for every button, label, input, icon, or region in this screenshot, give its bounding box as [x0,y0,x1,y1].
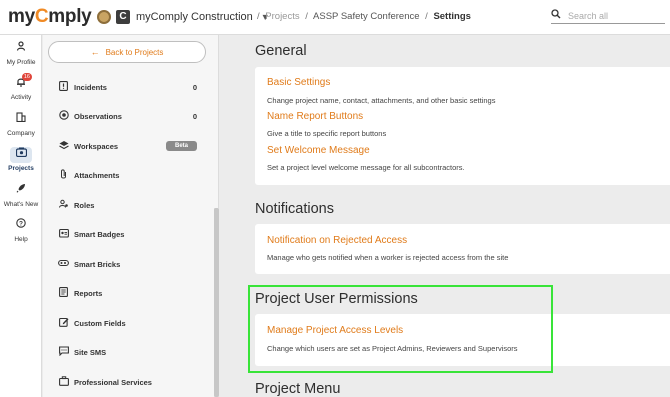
sidebar-item-custom-fields[interactable]: Custom Fields [57,315,197,331]
breadcrumb-separator: / [425,11,428,22]
search-input[interactable] [568,10,664,21]
company-avatar-icon [97,10,111,24]
breadcrumb-separator: / [305,11,308,22]
breadcrumb-separator: / [257,11,260,22]
nav-whats-new[interactable]: What's New [0,183,42,208]
breadcrumb: / Projects / ASSP Safety Conference / Se… [254,11,471,22]
sidebar-item-label: Incidents [74,82,107,92]
top-bar: myCmply C myComply Construction ▼ / Proj… [0,0,670,35]
sidebar-item-label: Reports [74,288,103,298]
projects-icon [10,147,32,163]
app-logo[interactable]: myCmply [8,6,92,28]
sidebar-item-label: Smart Bricks [74,259,121,269]
nav-label: My Profile [6,59,36,66]
briefcase-icon [57,376,70,388]
report-icon [57,287,70,299]
sms-icon [57,346,70,358]
incident-count: 0 [192,82,197,92]
rocket-icon [10,183,32,199]
search-box [551,8,665,24]
scrollbar-thumb[interactable] [214,208,219,397]
nav-label: What's New [3,201,39,208]
sidebar-item-smart-bricks[interactable]: Smart Bricks [57,256,197,272]
sidebar-item-professional-services[interactable]: Professional Services [57,374,197,390]
sidebar-item-site-sms[interactable]: Site SMS [57,344,197,360]
name-report-buttons-desc: Give a title to specific report buttons [267,129,387,138]
help-icon: ? [10,218,32,234]
back-button-label: Back to Projects [105,47,164,57]
section-title-project-menu: Project Menu [255,381,341,397]
sidebar-item-observations[interactable]: Observations 0 [57,108,197,124]
sidebar-item-label: Professional Services [74,377,152,387]
sidebar-item-reports[interactable]: Reports [57,285,197,301]
nav-activity[interactable]: 16 Activity [0,73,42,101]
name-report-buttons-link[interactable]: Name Report Buttons [267,111,363,122]
nav-label: Projects [8,165,34,172]
sidebar-item-label: Smart Badges [74,229,125,239]
nav-label: Company [7,130,35,137]
sidebar-item-label: Site SMS [74,347,107,357]
basic-settings-link[interactable]: Basic Settings [267,77,330,88]
observation-count: 0 [192,111,197,121]
sidebar-item-label: Roles [74,200,95,210]
nav-label: Activity [10,94,32,101]
sidebar-item-workspaces[interactable]: Workspaces Beta [57,138,197,154]
sidebar-item-roles[interactable]: Roles [57,197,197,213]
nav-projects[interactable]: Projects [0,147,42,172]
sidebar-item-smart-badges[interactable]: Smart Badges [57,226,197,242]
sidebar-item-attachments[interactable]: Attachments [57,167,197,183]
breadcrumb-current: Settings [433,11,471,22]
sidebar-item-label: Observations [74,111,122,121]
arrow-left-icon: ← [90,47,100,57]
sidebar-item-label: Custom Fields [74,318,126,328]
observation-icon [57,110,70,122]
set-welcome-message-link[interactable]: Set Welcome Message [267,145,370,156]
person-icon [10,41,32,57]
sidebar-item-label: Attachments [74,170,120,180]
section-title-general: General [255,43,307,59]
company-name: myComply Construction [136,11,253,23]
beta-badge: Beta [165,141,197,151]
notifications-card: Notification on Rejected Access Manage w… [255,224,670,274]
building-icon [10,112,32,128]
nav-my-profile[interactable]: My Profile [0,41,42,66]
badge-icon [57,228,70,240]
nav-label: Help [14,236,28,243]
brick-icon [57,259,70,269]
set-welcome-message-desc: Set a project level welcome message for … [267,163,465,172]
project-sidebar: ← Back to Projects Incidents 0 Observati… [43,35,219,397]
notification-rejected-access-link[interactable]: Notification on Rejected Access [267,235,407,246]
company-logo-icon: C [116,10,130,24]
section-title-notifications: Notifications [255,201,334,217]
search-icon [551,9,565,22]
notification-badge: 16 [21,73,32,81]
sidebar-item-incidents[interactable]: Incidents 0 [57,79,197,95]
general-card: Basic Settings Change project name, cont… [255,67,670,185]
paperclip-icon [57,169,70,181]
breadcrumb-project[interactable]: ASSP Safety Conference [313,11,420,22]
settings-content: General Basic Settings Change project na… [220,35,670,397]
incident-icon [57,81,70,93]
primary-nav: My Profile 16 Activity Company Projects … [0,35,42,397]
bell-icon: 16 [10,73,32,92]
roles-icon [57,199,70,211]
basic-settings-desc: Change project name, contact, attachment… [267,96,496,105]
svg-text:?: ? [19,220,23,227]
back-to-projects-button[interactable]: ← Back to Projects [48,41,206,63]
nav-help[interactable]: ? Help [0,218,42,243]
sidebar-item-label: Workspaces [74,141,119,151]
breadcrumb-projects[interactable]: Projects [265,11,299,22]
edit-icon [57,317,70,329]
nav-company[interactable]: Company [0,112,42,137]
layers-icon [57,140,70,152]
notification-rejected-access-desc: Manage who gets notified when a worker i… [267,253,509,262]
highlight-box [248,285,553,373]
company-selector[interactable]: C myComply Construction ▼ [97,8,270,26]
